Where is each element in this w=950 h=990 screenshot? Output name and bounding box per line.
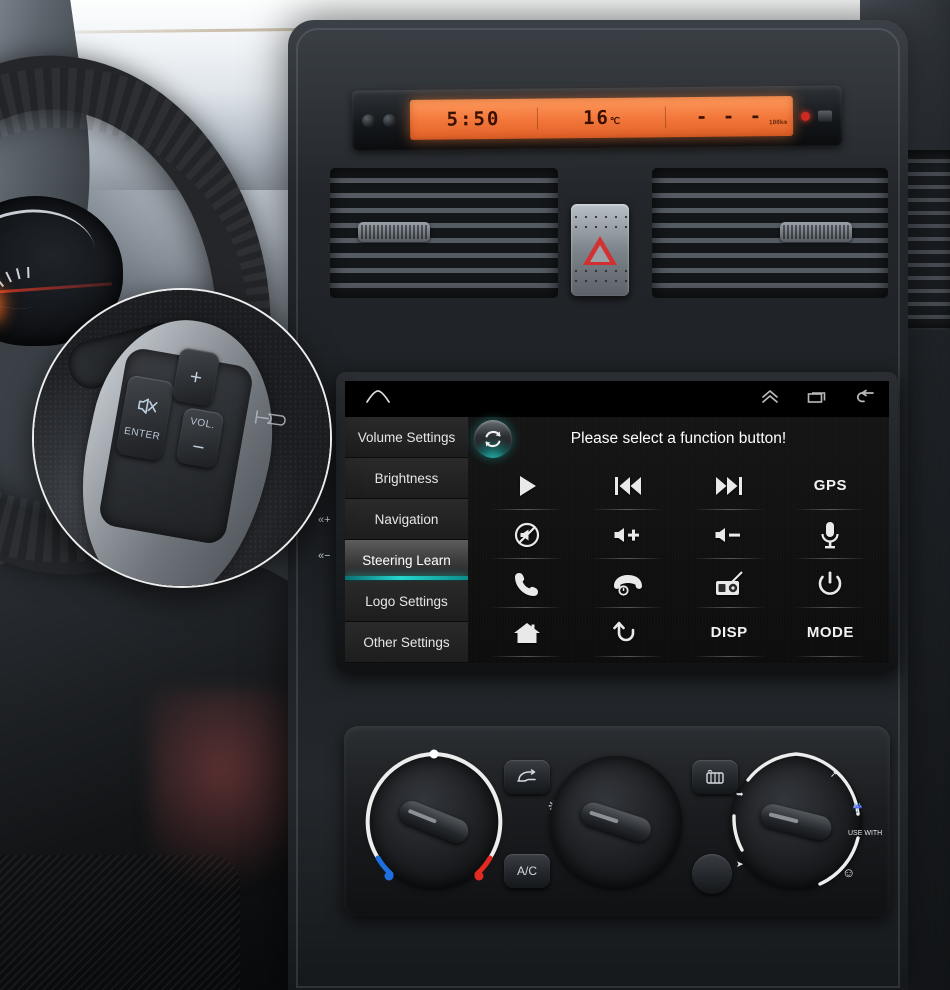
horn-icon xyxy=(253,408,290,435)
panel-header: Please select a function button! xyxy=(468,417,889,461)
sidebar-item-steering-learn[interactable]: Steering Learn xyxy=(345,540,468,581)
hazard-texture-top xyxy=(571,212,629,234)
blank-knob-button[interactable] xyxy=(692,854,732,894)
play-button[interactable] xyxy=(476,461,577,510)
steering-volume-label: VOL. xyxy=(189,416,216,432)
mode-button[interactable]: MODE xyxy=(780,608,881,657)
ac-button[interactable]: A/C xyxy=(504,854,550,888)
lcd-panel: 5:50 16℃ - - - 100km xyxy=(409,95,794,140)
call-answer-button[interactable] xyxy=(476,559,577,608)
lcd-clock: 5:50 xyxy=(409,107,539,131)
plus-icon: + xyxy=(187,364,205,390)
head-unit-screen: Volume Settings Brightness Navigation St… xyxy=(345,381,889,663)
vent-adjuster-left[interactable] xyxy=(358,222,430,242)
defrost-vent-icon: ☔ xyxy=(852,803,864,813)
refresh-reset-icon[interactable] xyxy=(474,420,512,458)
home-button[interactable] xyxy=(476,608,577,657)
center-air-vent-left xyxy=(330,168,558,298)
return-button[interactable] xyxy=(577,608,678,657)
use-with-label: USE WITH xyxy=(848,830,883,837)
disp-label: DISP xyxy=(710,624,748,641)
sidebar-item-brightness[interactable]: Brightness xyxy=(345,458,468,499)
lcd-temp-value: 16 xyxy=(582,106,611,130)
mode-label: MODE xyxy=(806,624,854,641)
sidebar-item-logo-settings[interactable]: Logo Settings xyxy=(345,581,468,622)
gps-label: GPS xyxy=(813,477,847,494)
recent-apps-icon[interactable] xyxy=(807,389,827,410)
vent-adjuster-right[interactable] xyxy=(780,222,852,242)
sidebar-label: Other Settings xyxy=(363,634,450,650)
lcd-button-icon[interactable] xyxy=(817,110,833,122)
hazard-light-button[interactable] xyxy=(571,204,629,296)
radio-button[interactable] xyxy=(679,559,780,608)
back-arrow-icon[interactable] xyxy=(855,389,875,410)
double-chevron-up-icon[interactable] xyxy=(761,389,779,410)
sidebar-item-volume-settings[interactable]: Volume Settings xyxy=(345,417,468,458)
hvac-control-panel: 1 2 3 4 ❊ ➚ ☔ USE WITH ☺ ➥ ➤ xyxy=(344,726,890,916)
panel-title: Please select a function button! xyxy=(570,430,787,447)
lcd-knob-icon-2[interactable] xyxy=(382,113,397,127)
mute-button[interactable] xyxy=(476,510,577,559)
android-status-bar xyxy=(345,381,889,417)
previous-button[interactable] xyxy=(577,461,678,510)
speaker-grille xyxy=(0,855,240,990)
fan-speed-dial[interactable] xyxy=(550,756,682,888)
volume-up-button[interactable] xyxy=(577,510,678,559)
lcd-trip-value: - - - xyxy=(695,105,764,128)
next-button[interactable] xyxy=(679,461,780,510)
hazard-texture-bottom xyxy=(571,266,629,288)
function-panel: Please select a function button! GPS DIS… xyxy=(468,417,889,663)
sidebar-label: Brightness xyxy=(374,470,439,486)
settings-sidebar: Volume Settings Brightness Navigation St… xyxy=(345,417,468,663)
face-vent-icon: ➚ xyxy=(830,769,838,779)
temperature-dial[interactable] xyxy=(365,749,503,888)
call-hangup-button[interactable] xyxy=(577,559,678,608)
ac-label: A/C xyxy=(516,864,537,878)
lcd-trip-unit: 100km xyxy=(768,119,788,127)
lcd-temperature: 16℃ xyxy=(537,106,667,130)
steering-enter-label: ENTER xyxy=(123,425,162,443)
head-unit-body: Volume Settings Brightness Navigation St… xyxy=(345,417,889,663)
hazard-triangle-icon xyxy=(583,235,617,265)
gps-button[interactable]: GPS xyxy=(780,461,881,510)
dashboard-info-display: 5:50 16℃ - - - 100km xyxy=(351,85,843,151)
center-air-vent-right xyxy=(652,168,888,298)
volume-down-button[interactable] xyxy=(679,510,780,559)
car-interior-scene: ◂⛽ ⛽ 5:50 16℃ - - - 100km xyxy=(0,0,950,990)
floor-vent-icon: ➥ xyxy=(736,789,744,799)
recirculation-button[interactable] xyxy=(504,760,550,794)
windshield-defrost-icon: ☺ xyxy=(842,865,856,880)
sidebar-label: Logo Settings xyxy=(365,593,448,609)
sidebar-label: Volume Settings xyxy=(357,429,456,445)
sidebar-item-other-settings[interactable]: Other Settings xyxy=(345,622,468,663)
mute-speaker-icon xyxy=(134,394,160,422)
warning-led-icon xyxy=(800,111,811,121)
rear-defrost-button[interactable] xyxy=(692,760,738,794)
lcd-trip: - - - 100km xyxy=(666,105,793,128)
floor-face-vent-icon: ➤ xyxy=(736,859,744,869)
sidebar-label: Navigation xyxy=(374,511,439,527)
power-button[interactable] xyxy=(780,559,881,608)
lcd-temp-unit: ℃ xyxy=(609,116,621,127)
disp-button[interactable]: DISP xyxy=(679,608,780,657)
minus-icon: − xyxy=(190,434,207,460)
sidebar-label: Steering Learn xyxy=(362,552,451,568)
steering-wheel-controls-inset: ENTER + VOL. − xyxy=(32,288,332,588)
lcd-knob-icon[interactable] xyxy=(361,113,376,127)
voice-button[interactable] xyxy=(780,510,881,559)
fan-speed-knob[interactable] xyxy=(578,799,654,845)
sidebar-item-navigation[interactable]: Navigation xyxy=(345,499,468,540)
home-outline-icon[interactable] xyxy=(365,389,391,410)
function-button-grid: GPS DISP MODE xyxy=(468,461,889,657)
